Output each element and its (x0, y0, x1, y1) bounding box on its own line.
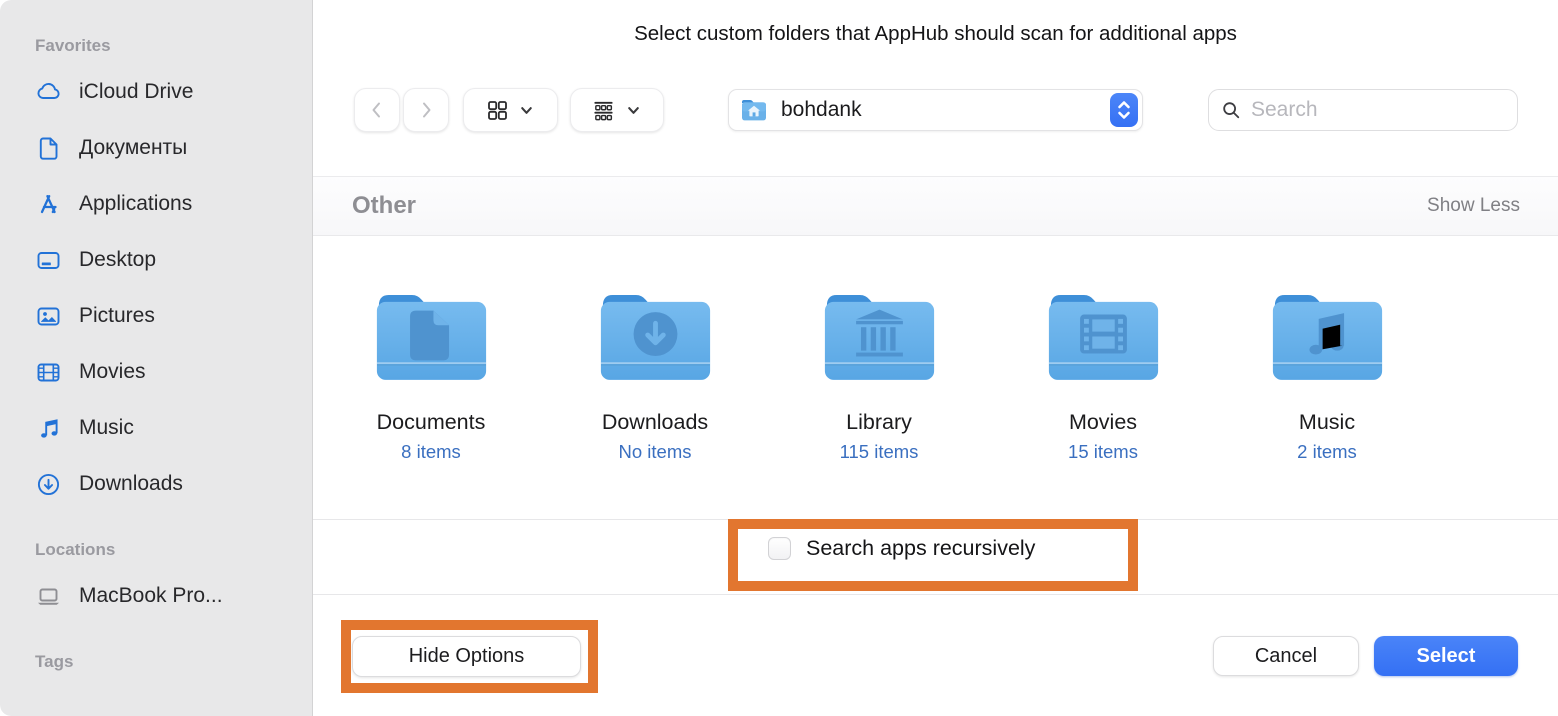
folder-name: Downloads (602, 410, 708, 435)
sidebar-section-favorites: Favorites (35, 34, 312, 58)
download-circle-icon (35, 471, 62, 498)
recursive-search-checkbox[interactable] (768, 537, 791, 560)
section-title: Other (352, 192, 416, 220)
chevron-right-icon (415, 99, 437, 121)
icloud-drive-icon (35, 79, 62, 106)
sidebar-item-label: Movies (79, 360, 146, 384)
recursive-search-label: Search apps recursively (806, 536, 1035, 561)
recursive-search-option[interactable]: Search apps recursively (768, 536, 1035, 561)
chevron-left-icon (366, 99, 388, 121)
divider (313, 594, 1558, 595)
folder-icon (1045, 290, 1162, 382)
home-folder-icon (740, 99, 768, 122)
folder-item-count: 15 items (1068, 441, 1138, 463)
sidebar-item[interactable]: Music (35, 400, 312, 456)
sidebar-item-label: Music (79, 416, 134, 440)
sidebar-item[interactable]: Документы (35, 120, 312, 176)
toolbar: bohdank (313, 88, 1558, 132)
view-mode-button[interactable] (463, 88, 558, 132)
sidebar-item-label: Документы (79, 136, 187, 160)
search-field[interactable] (1208, 89, 1518, 131)
sidebar-item[interactable]: Applications (35, 176, 312, 232)
folder-name: Library (846, 410, 912, 435)
folder-grid: Documents 8 items Downloads No items (319, 236, 1439, 519)
favorites-list: iCloud Drive Документы Applications Desk… (35, 64, 312, 512)
folder-tile[interactable]: Documents 8 items (319, 236, 543, 519)
document-icon (35, 135, 62, 162)
music-icon (35, 415, 62, 442)
main-panel: Select custom folders that AppHub should… (313, 0, 1558, 716)
sidebar-item-label: MacBook Pro... (79, 584, 223, 608)
search-icon (1221, 100, 1241, 120)
laptop-icon (35, 583, 62, 610)
locations-list: MacBook Pro... (35, 568, 312, 624)
sidebar-item-label: Downloads (79, 472, 183, 496)
sidebar-item[interactable]: MacBook Pro... (35, 568, 312, 624)
folder-item-count: 8 items (401, 441, 461, 463)
grid-view-icon (487, 100, 508, 121)
folder-icon (1269, 290, 1386, 382)
current-folder-dropdown[interactable]: bohdank (728, 89, 1143, 131)
folder-item-count: No items (619, 441, 692, 463)
dropdown-stepper-icon[interactable] (1110, 93, 1138, 127)
folder-item-count: 115 items (840, 441, 919, 463)
folder-name: Movies (1069, 410, 1137, 435)
group-mode-button[interactable] (570, 88, 664, 132)
dialog-title: Select custom folders that AppHub should… (313, 22, 1558, 46)
folder-icon (373, 290, 490, 382)
sidebar-section-locations: Locations (35, 538, 312, 562)
sidebar-item-label: Applications (79, 192, 192, 216)
pictures-icon (35, 303, 62, 330)
show-less-button[interactable]: Show Less (1427, 195, 1520, 217)
sidebar-item[interactable]: Movies (35, 344, 312, 400)
sidebar-item-label: iCloud Drive (79, 80, 193, 104)
current-folder-name: bohdank (781, 98, 1110, 122)
sidebar-item-label: Pictures (79, 304, 155, 328)
options-row: Search apps recursively (313, 519, 1558, 594)
other-section-header: Other Show Less (313, 176, 1558, 236)
sidebar-item[interactable]: iCloud Drive (35, 64, 312, 120)
desktop-icon (35, 247, 62, 274)
folder-item-count: 2 items (1297, 441, 1357, 463)
forward-button[interactable] (403, 88, 449, 132)
movies-icon (35, 359, 62, 386)
hide-options-button[interactable]: Hide Options (352, 636, 581, 677)
appstore-icon (35, 191, 62, 218)
folder-icon (821, 290, 938, 382)
search-input[interactable] (1251, 98, 1522, 122)
sidebar-item[interactable]: Pictures (35, 288, 312, 344)
folder-tile[interactable]: Music 2 items (1215, 236, 1439, 519)
sidebar-item[interactable]: Downloads (35, 456, 312, 512)
finder-sidebar: Favorites iCloud Drive Документы Applica… (0, 0, 313, 716)
sidebar-item[interactable]: Desktop (35, 232, 312, 288)
sidebar-section-tags: Tags (35, 650, 312, 674)
chevron-down-icon (518, 102, 535, 119)
folder-name: Documents (377, 410, 486, 435)
chevron-down-icon (625, 102, 642, 119)
folder-icon (597, 290, 714, 382)
sidebar-item-label: Desktop (79, 248, 156, 272)
file-picker-dialog: Favorites iCloud Drive Документы Applica… (0, 0, 1558, 716)
group-view-icon (592, 99, 615, 122)
folder-tile[interactable]: Library 115 items (767, 236, 991, 519)
cancel-button[interactable]: Cancel (1213, 636, 1359, 676)
folder-tile[interactable]: Downloads No items (543, 236, 767, 519)
folder-name: Music (1299, 410, 1355, 435)
back-button[interactable] (354, 88, 400, 132)
folder-tile[interactable]: Movies 15 items (991, 236, 1215, 519)
select-button[interactable]: Select (1374, 636, 1518, 676)
